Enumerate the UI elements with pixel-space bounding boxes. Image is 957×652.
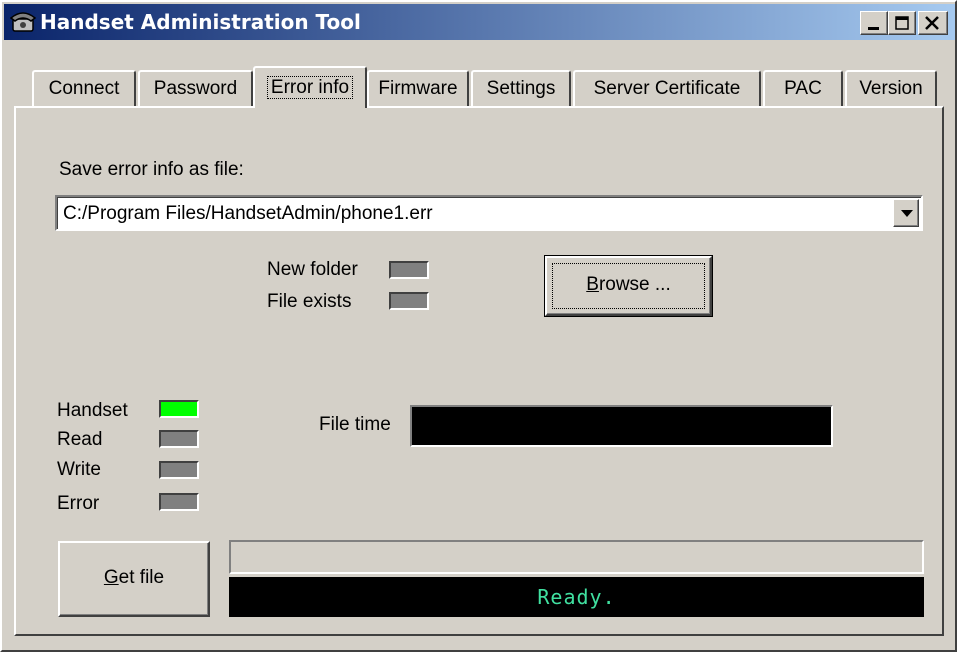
window-title: Handset Administration Tool [40, 10, 361, 34]
file-path-value: C:/Program Files/HandsetAdmin/phone1.err [63, 203, 433, 224]
dropdown-button[interactable] [893, 199, 919, 227]
tab-label: PAC [784, 78, 822, 99]
app-window: Handset Administration Tool Connect Pass… [0, 0, 957, 652]
new-folder-indicator [389, 261, 429, 279]
new-folder-label: New folder [267, 259, 358, 280]
status-display: Ready. [229, 577, 924, 617]
error-indicator [159, 493, 199, 511]
maximize-icon [895, 16, 909, 30]
read-indicator [159, 430, 199, 448]
tab-pac[interactable]: PAC [763, 70, 843, 106]
write-indicator [159, 461, 199, 479]
tab-label: Firmware [378, 78, 458, 99]
file-time-label: File time [319, 414, 391, 435]
telephone-icon [9, 10, 37, 32]
chevron-down-icon [901, 210, 913, 217]
error-label: Error [57, 493, 100, 514]
browse-button[interactable]: Browse ... [544, 255, 713, 317]
handset-indicator [159, 400, 199, 418]
tab-password[interactable]: Password [138, 70, 253, 106]
tab-settings[interactable]: Settings [471, 70, 571, 106]
handset-label: Handset [57, 400, 128, 421]
get-file-button-label: Get file [103, 567, 165, 588]
get-file-button[interactable]: Get file [58, 541, 210, 617]
tab-label: Connect [48, 78, 120, 99]
tab-label: Settings [486, 78, 556, 99]
progress-bar [229, 540, 924, 574]
tab-firmware[interactable]: Firmware [367, 70, 469, 106]
file-time-display [410, 405, 833, 447]
browse-button-label: Browse ... [586, 274, 671, 295]
tab-label: Version [859, 78, 923, 99]
tab-label: Error info [266, 76, 354, 99]
write-label: Write [57, 459, 101, 480]
read-label: Read [57, 429, 103, 450]
title-bar[interactable]: Handset Administration Tool [4, 4, 955, 40]
tab-version[interactable]: Version [845, 70, 937, 106]
minimize-icon [868, 27, 879, 30]
tab-error-info[interactable]: Error info [253, 66, 367, 108]
maximize-button[interactable] [888, 11, 916, 35]
minimize-button[interactable] [860, 11, 888, 35]
tab-label: Password [153, 78, 238, 99]
close-button[interactable] [918, 11, 948, 35]
file-path-combobox[interactable]: C:/Program Files/HandsetAdmin/phone1.err [55, 195, 923, 231]
close-icon [925, 16, 939, 30]
tab-connect[interactable]: Connect [32, 70, 136, 106]
save-error-info-label: Save error info as file: [59, 159, 244, 180]
file-exists-indicator [389, 292, 429, 310]
tab-label: Server Certificate [593, 78, 741, 99]
status-text: Ready. [537, 585, 616, 609]
tab-server-certificate[interactable]: Server Certificate [573, 70, 761, 106]
file-exists-label: File exists [267, 291, 352, 312]
